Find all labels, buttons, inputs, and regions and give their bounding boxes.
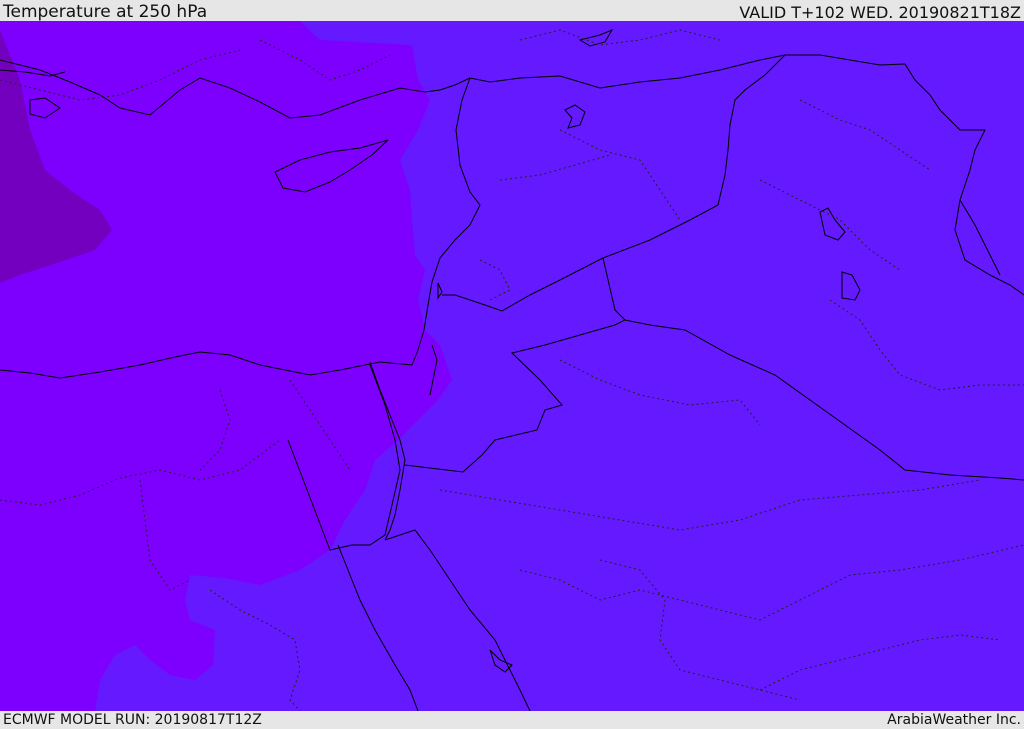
credit-label: ArabiaWeather Inc. [887,712,1021,728]
header-bar: Temperature at 250 hPa VALID T+102 WED. … [0,0,1024,21]
map-canvas [0,21,1024,711]
valid-time: VALID T+102 WED. 20190821T18Z [739,3,1021,22]
footer-bar: ECMWF MODEL RUN: 20190817T12Z ArabiaWeat… [0,711,1024,729]
map-title: Temperature at 250 hPa [3,2,208,22]
model-run-label: ECMWF MODEL RUN: 20190817T12Z [3,712,262,728]
temperature-map[interactable] [0,21,1024,711]
